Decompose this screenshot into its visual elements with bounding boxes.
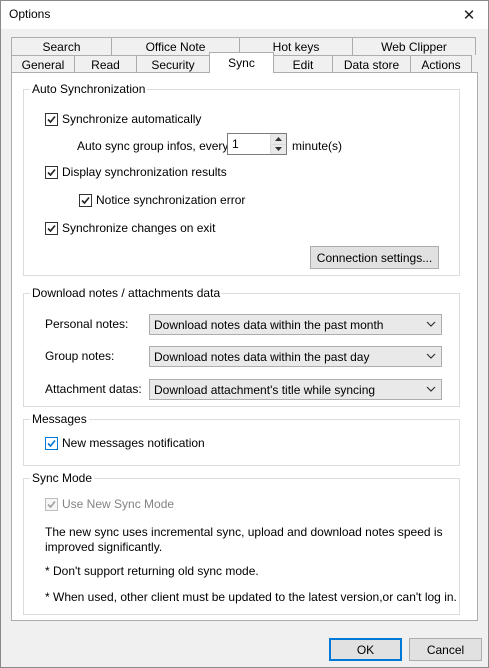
interval-label: Auto sync group infos, every <box>77 139 229 153</box>
messages-group: Messages New messages notification <box>23 412 460 466</box>
sync-tab-page: Auto Synchronization Synchronize automat… <box>11 72 478 621</box>
checkbox-check-icon <box>79 193 92 207</box>
window-title: Options <box>9 7 51 21</box>
cancel-button[interactable]: Cancel <box>409 638 482 661</box>
checkbox-check-icon <box>45 221 58 235</box>
group-notes-value: Download notes data within the past day <box>154 349 370 364</box>
interval-input[interactable] <box>228 134 270 154</box>
attachment-datas-value: Download attachment's title while syncin… <box>154 382 376 397</box>
personal-notes-value: Download notes data within the past mont… <box>154 317 384 332</box>
ok-button[interactable]: OK <box>329 638 402 661</box>
checkbox-check-icon <box>45 165 58 179</box>
notice-error-checkbox[interactable]: Notice synchronization error <box>79 193 245 207</box>
tab-security[interactable]: Security <box>136 55 210 73</box>
notice-error-label: Notice synchronization error <box>96 193 246 207</box>
personal-notes-select[interactable]: Download notes data within the past mont… <box>149 314 442 335</box>
close-icon[interactable]: ✕ <box>456 4 482 26</box>
spin-up-icon[interactable] <box>271 134 286 144</box>
tab-search[interactable]: Search <box>11 37 112 55</box>
interval-unit-label: minute(s) <box>292 139 343 153</box>
tab-web-clipper[interactable]: Web Clipper <box>352 37 476 55</box>
personal-notes-label: Personal notes: <box>45 317 129 331</box>
connection-settings-button[interactable]: Connection settings... <box>310 246 439 269</box>
sync-mode-note-1: * Don't support returning old sync mode. <box>45 564 259 578</box>
sync-mode-description-line-2: improved significantly. <box>45 540 163 554</box>
chevron-down-icon <box>426 353 436 359</box>
interval-spinner[interactable] <box>227 133 287 155</box>
sync-automatically-label: Synchronize automatically <box>62 112 202 126</box>
tab-sync[interactable]: Sync <box>209 52 274 73</box>
tab-data-store[interactable]: Data store <box>332 55 411 73</box>
group-notes-label: Group notes: <box>45 349 115 363</box>
tab-read[interactable]: Read <box>74 55 137 73</box>
use-new-sync-mode-label: Use New Sync Mode <box>62 497 175 511</box>
group-notes-select[interactable]: Download notes data within the past day <box>149 346 442 367</box>
auto-sync-group-title: Auto Synchronization <box>30 82 148 96</box>
chevron-down-icon <box>426 386 436 392</box>
new-messages-notification-checkbox[interactable]: New messages notification <box>45 436 205 450</box>
display-results-checkbox[interactable]: Display synchronization results <box>45 165 227 179</box>
sync-mode-group-title: Sync Mode <box>30 471 95 485</box>
tab-actions[interactable]: Actions <box>410 55 472 73</box>
sync-mode-description-line-1: The new sync uses incremental sync, uplo… <box>45 525 443 539</box>
tab-general[interactable]: General <box>11 55 75 73</box>
download-group-title: Download notes / attachments data <box>30 286 223 300</box>
download-group: Download notes / attachments data Person… <box>23 286 460 407</box>
sync-on-exit-checkbox[interactable]: Synchronize changes on exit <box>45 221 215 235</box>
sync-mode-note-2: * When used, other client must be update… <box>45 590 457 604</box>
attachment-datas-select[interactable]: Download attachment's title while syncin… <box>149 379 442 400</box>
messages-group-title: Messages <box>30 412 89 426</box>
checkbox-check-icon <box>45 436 58 450</box>
title-bar: Options ✕ <box>1 1 488 29</box>
display-results-label: Display synchronization results <box>62 165 227 179</box>
tab-edit[interactable]: Edit <box>273 55 333 73</box>
attachment-datas-label: Attachment datas: <box>45 382 142 396</box>
checkbox-check-icon <box>45 497 58 511</box>
spin-down-icon[interactable] <box>271 143 286 154</box>
auto-sync-group: Auto Synchronization Synchronize automat… <box>23 82 460 276</box>
sync-on-exit-label: Synchronize changes on exit <box>62 221 216 235</box>
sync-mode-group: Sync Mode Use New Sync Mode The new sync… <box>23 471 460 615</box>
options-window: Options ✕ Search Office Note Hot keys We… <box>0 0 489 668</box>
tab-row-bottom: General Read Security Sync Edit Data sto… <box>11 52 472 73</box>
checkbox-check-icon <box>45 112 58 126</box>
use-new-sync-mode-checkbox[interactable]: Use New Sync Mode <box>45 497 174 511</box>
new-messages-notification-label: New messages notification <box>62 436 205 450</box>
chevron-down-icon <box>426 321 436 327</box>
sync-automatically-checkbox[interactable]: Synchronize automatically <box>45 112 201 126</box>
